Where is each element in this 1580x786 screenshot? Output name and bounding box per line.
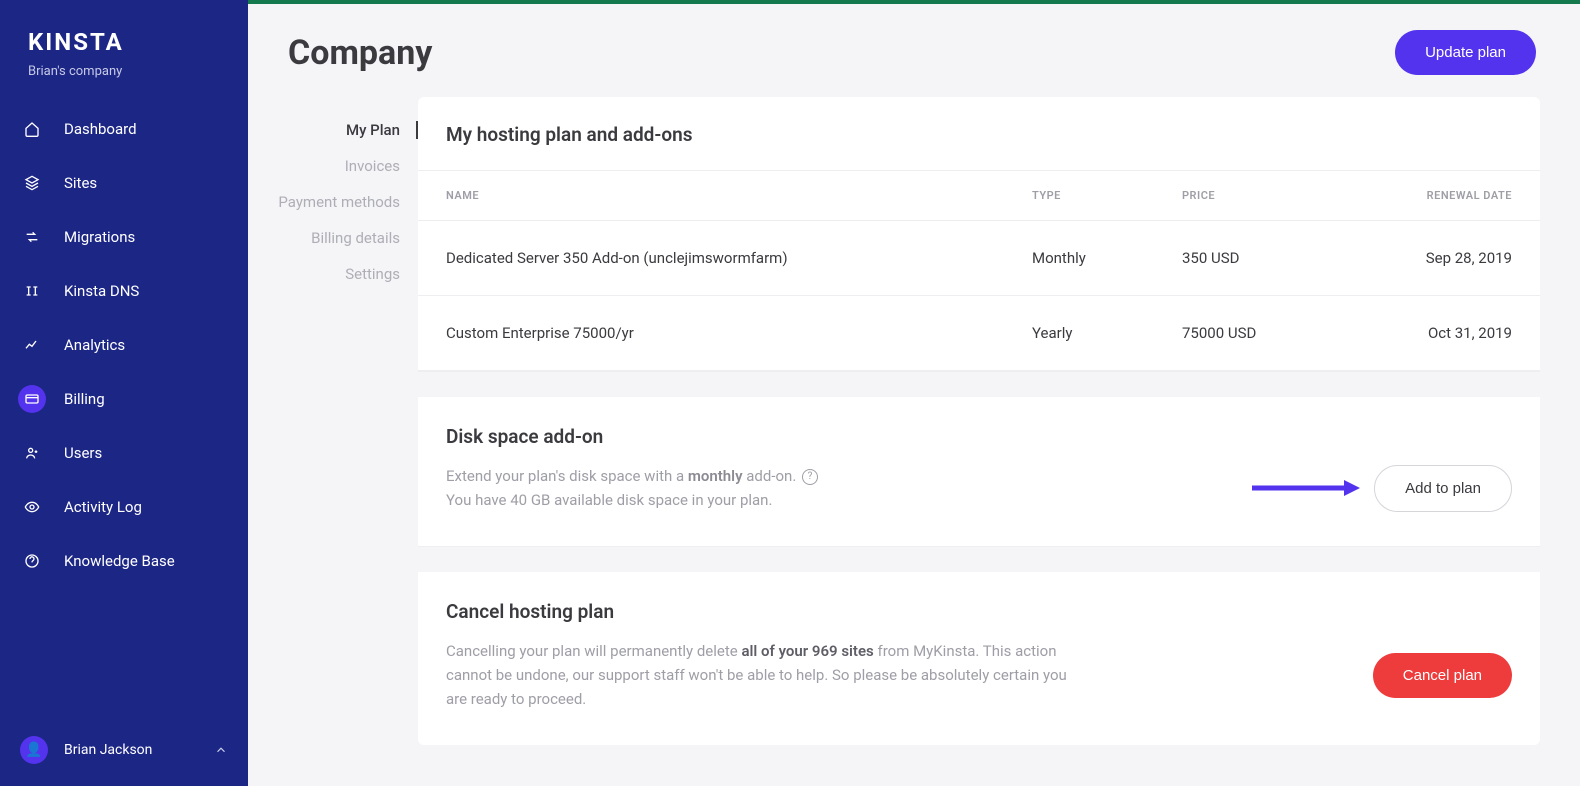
update-plan-button[interactable]: Update plan — [1395, 30, 1536, 75]
cell-price: 350 USD — [1182, 249, 1362, 267]
company-name: Brian's company — [0, 64, 248, 103]
sidebar-label: Billing — [64, 390, 105, 408]
user-footer[interactable]: 👤 Brian Jackson — [0, 720, 248, 786]
cancel-heading: Cancel hosting plan — [446, 600, 1512, 623]
sidebar-item-analytics[interactable]: Analytics — [0, 319, 248, 371]
divider — [418, 371, 1540, 397]
add-to-plan-button[interactable]: Add to plan — [1374, 465, 1512, 512]
dns-icon — [18, 277, 46, 305]
col-price: PRICE — [1182, 189, 1362, 202]
cancel-plan-button[interactable]: Cancel plan — [1373, 653, 1512, 698]
subnav-invoices[interactable]: Invoices — [345, 157, 418, 175]
eye-icon — [18, 493, 46, 521]
subnav-billing-details[interactable]: Billing details — [311, 229, 418, 247]
sidebar-nav: Dashboard Sites Migrations Kinsta DNS An… — [0, 103, 248, 587]
sidebar-label: Kinsta DNS — [64, 282, 139, 300]
sidebar-label: Sites — [64, 174, 97, 192]
cancel-description: Cancelling your plan will permanently de… — [446, 639, 1086, 711]
chevron-up-icon — [214, 743, 228, 757]
info-icon[interactable]: ? — [802, 469, 818, 485]
sidebar-item-migrations[interactable]: Migrations — [0, 211, 248, 263]
sidebar-item-sites[interactable]: Sites — [0, 157, 248, 209]
help-icon — [18, 547, 46, 575]
sidebar-item-billing[interactable]: Billing — [0, 373, 248, 425]
sidebar-label: Knowledge Base — [64, 552, 175, 570]
subnav-payment-methods[interactable]: Payment methods — [278, 193, 418, 211]
sidebar-label: Migrations — [64, 228, 135, 246]
home-icon — [18, 115, 46, 143]
cell-type: Yearly — [1032, 324, 1182, 342]
sidebar-item-activity-log[interactable]: Activity Log — [0, 481, 248, 533]
cancel-section: Cancel hosting plan Cancelling your plan… — [418, 572, 1540, 745]
table-row: Dedicated Server 350 Add-on (unclejimswo… — [418, 221, 1540, 296]
cell-renewal: Sep 28, 2019 — [1362, 249, 1512, 267]
cell-name: Custom Enterprise 75000/yr — [446, 324, 1032, 342]
sidebar-item-dashboard[interactable]: Dashboard — [0, 103, 248, 155]
divider — [418, 546, 1540, 572]
sidebar-label: Users — [64, 444, 102, 462]
cell-renewal: Oct 31, 2019 — [1362, 324, 1512, 342]
cell-type: Monthly — [1032, 249, 1182, 267]
table-row: Custom Enterprise 75000/yr Yearly 75000 … — [418, 296, 1540, 371]
sidebar-item-users[interactable]: Users — [0, 427, 248, 479]
analytics-icon — [18, 331, 46, 359]
sidebar-item-kinsta-dns[interactable]: Kinsta DNS — [0, 265, 248, 317]
col-name: NAME — [446, 189, 1032, 202]
disk-space-section: Disk space add-on Extend your plan's dis… — [418, 397, 1540, 546]
disk-heading: Disk space add-on — [446, 425, 1512, 448]
page-title: Company — [288, 33, 432, 73]
plan-panel: My hosting plan and add-ons NAME TYPE PR… — [418, 97, 1540, 745]
subnav-settings[interactable]: Settings — [345, 265, 418, 283]
content: My Plan Invoices Payment methods Billing… — [248, 87, 1580, 745]
subnav-my-plan[interactable]: My Plan — [346, 121, 418, 139]
sidebar-label: Activity Log — [64, 498, 142, 516]
sidebar-label: Dashboard — [64, 120, 137, 138]
avatar: 👤 — [20, 736, 48, 764]
migrate-icon — [18, 223, 46, 251]
users-icon — [18, 439, 46, 467]
table-header: NAME TYPE PRICE RENEWAL DATE — [418, 170, 1540, 221]
arrow-annotation-icon — [1252, 479, 1362, 497]
page-header: Company Update plan — [248, 4, 1580, 87]
panel-heading: My hosting plan and add-ons — [418, 97, 1540, 170]
disk-description: Extend your plan's disk space with a mon… — [446, 464, 818, 512]
sidebar-label: Analytics — [64, 336, 125, 354]
sidebar: KINSTA Brian's company Dashboard Sites M… — [0, 0, 248, 786]
cell-name: Dedicated Server 350 Add-on (unclejimswo… — [446, 249, 1032, 267]
user-name: Brian Jackson — [64, 742, 198, 758]
brand-logo: KINSTA — [0, 24, 248, 64]
col-type: TYPE — [1032, 189, 1182, 202]
cell-price: 75000 USD — [1182, 324, 1362, 342]
col-renewal: RENEWAL DATE — [1362, 189, 1512, 202]
billing-icon — [18, 385, 46, 413]
layers-icon — [18, 169, 46, 197]
main: Company Update plan My Plan Invoices Pay… — [248, 0, 1580, 786]
sidebar-item-knowledge-base[interactable]: Knowledge Base — [0, 535, 248, 587]
subnav: My Plan Invoices Payment methods Billing… — [248, 87, 418, 745]
